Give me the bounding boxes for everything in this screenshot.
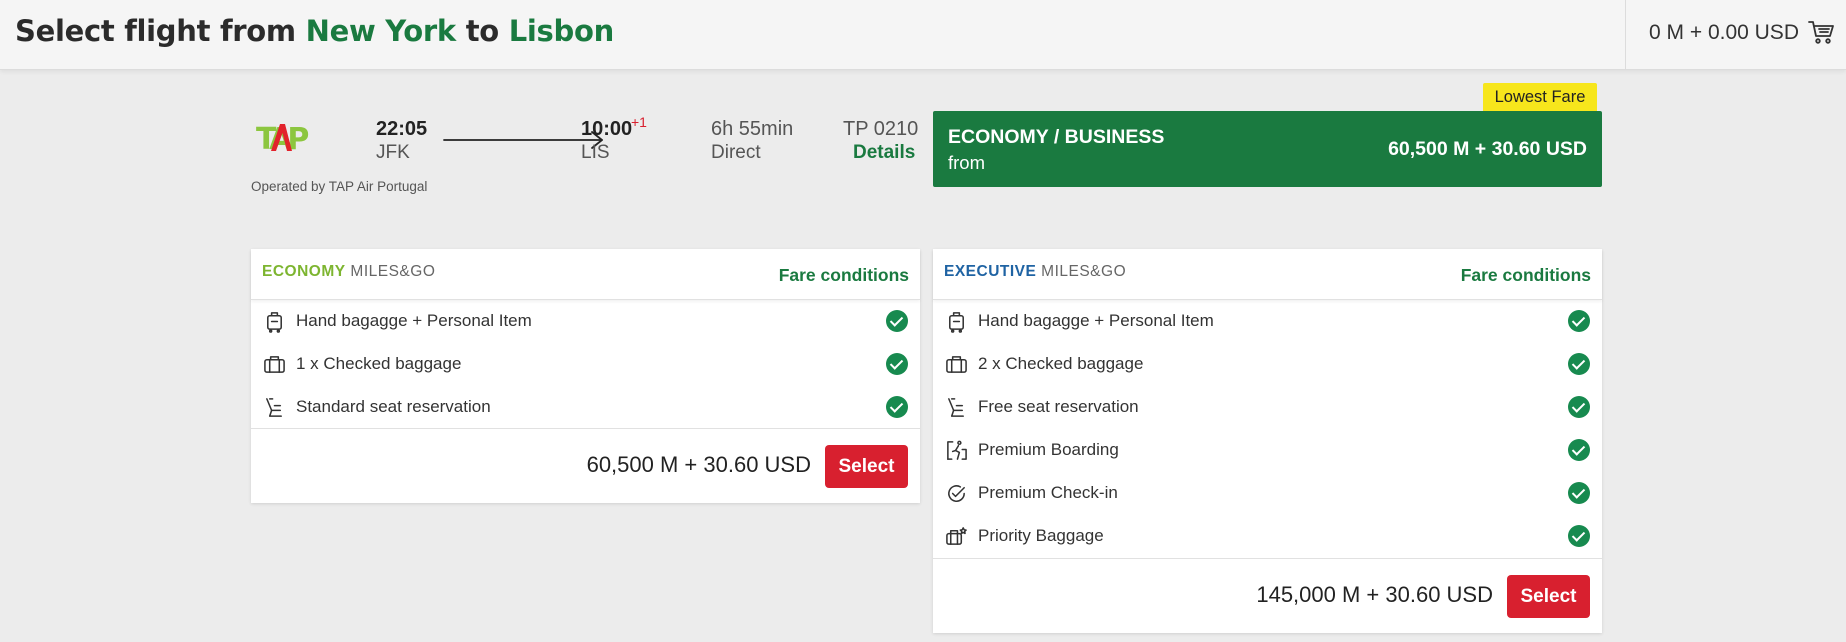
feature-label: 1 x Checked baggage: [296, 354, 462, 373]
seat-icon: [266, 398, 282, 417]
check-in-icon: [948, 485, 965, 502]
fare-price: 60,500 M + 30.60 USD: [586, 452, 811, 477]
title-prefix: Select flight from: [15, 14, 296, 48]
select-executive-button[interactable]: Select: [1507, 575, 1590, 618]
fare-brand: EXECUTIVE MILES&GO: [944, 263, 1126, 281]
fare-card-header: EXECUTIVE MILES&GO Fare conditions: [933, 249, 1602, 300]
fare-summary-cabin: ECONOMY / BUSINESS: [948, 126, 1165, 148]
feature-label: Premium Boarding: [978, 440, 1119, 459]
fare-card-header: ECONOMY MILES&GO Fare conditions: [251, 249, 920, 300]
fare-programme: MILES&GO: [1041, 263, 1127, 280]
flight-details-link[interactable]: Details: [853, 142, 915, 164]
feature-item: 2 x Checked baggage: [933, 343, 1602, 386]
feature-item: 1 x Checked baggage: [251, 343, 920, 386]
top-bar: Select flight from New York to Lisbon 0 …: [0, 0, 1846, 70]
fare-price: 145,000 M + 30.60 USD: [1256, 582, 1493, 607]
boarding-icon: [947, 440, 967, 460]
executive-fare-card: EXECUTIVE MILES&GO Fare conditions Hand …: [933, 249, 1602, 633]
arrival-time: 10:00: [581, 118, 633, 140]
hand-luggage-icon: [949, 312, 964, 333]
feature-label: Hand bagagge + Personal Item: [978, 311, 1214, 330]
fare-card-footer: 145,000 M + 30.60 USD Select: [933, 558, 1602, 633]
check-icon: [886, 396, 908, 418]
checked-baggage-icon: [946, 356, 967, 373]
operated-by: Operated by TAP Air Portugal: [251, 179, 428, 194]
seat-icon: [948, 398, 964, 417]
check-icon: [886, 310, 908, 332]
feature-label: Hand bagagge + Personal Item: [296, 311, 532, 330]
feature-item: Premium Check-in: [933, 472, 1602, 515]
economy-fare-card: ECONOMY MILES&GO Fare conditions Hand ba…: [251, 249, 920, 503]
feature-item: Free seat reservation: [933, 386, 1602, 429]
priority-baggage-icon: [946, 527, 967, 545]
title-connector: to: [465, 14, 499, 48]
fare-brand: ECONOMY MILES&GO: [262, 263, 435, 281]
flight-number: TP 0210: [843, 118, 919, 140]
feature-item: Premium Boarding: [933, 429, 1602, 472]
check-icon: [1568, 525, 1590, 547]
cart-total: 0 M + 0.00 USD: [1649, 21, 1799, 44]
destination-city: Lisbon: [508, 14, 615, 48]
feature-item: Priority Baggage: [933, 515, 1602, 558]
feature-label: Priority Baggage: [978, 526, 1104, 545]
departure-airport: JFK: [376, 142, 410, 163]
fare-conditions-link[interactable]: Fare conditions: [1461, 265, 1591, 286]
checked-baggage-icon: [264, 356, 285, 373]
select-economy-button[interactable]: Select: [825, 445, 908, 488]
arrival-day-offset: +1: [631, 114, 647, 130]
check-icon: [1568, 439, 1590, 461]
feature-item: Hand bagagge + Personal Item: [251, 300, 920, 343]
fare-summary-button[interactable]: ECONOMY / BUSINESS from 60,500 M + 30.60…: [933, 111, 1602, 187]
lowest-fare-badge: Lowest Fare: [1483, 83, 1597, 111]
cart-summary[interactable]: 0 M + 0.00 USD: [1625, 0, 1846, 70]
origin-city: New York: [305, 14, 457, 48]
feature-list: Hand bagagge + Personal Item 1 x Checked…: [251, 300, 920, 429]
feature-label: 2 x Checked baggage: [978, 354, 1144, 373]
feature-label: Premium Check-in: [978, 483, 1118, 502]
departure-time: 22:05: [376, 118, 428, 140]
fare-programme: MILES&GO: [350, 263, 436, 280]
check-icon: [1568, 482, 1590, 504]
fare-summary-price: 60,500 M + 30.60 USD: [1388, 138, 1587, 160]
arrival-airport: LIS: [581, 142, 610, 163]
feature-label: Standard seat reservation: [296, 397, 491, 416]
flight-stops: Direct: [711, 142, 761, 163]
feature-item: Standard seat reservation: [251, 386, 920, 429]
feature-list: Hand bagagge + Personal Item 2 x Checked…: [933, 300, 1602, 558]
shopping-cart-icon[interactable]: [1807, 18, 1835, 46]
fare-tier: ECONOMY: [262, 263, 346, 280]
fare-conditions-link[interactable]: Fare conditions: [779, 265, 909, 286]
fare-summary-from: from: [948, 152, 985, 173]
check-icon: [886, 353, 908, 375]
flight-duration: 6h 55min: [711, 118, 794, 140]
page-title: Select flight from New York to Lisbon: [15, 14, 614, 48]
fare-card-footer: 60,500 M + 30.60 USD Select: [251, 428, 920, 503]
tap-logo: TAP: [256, 122, 313, 154]
feature-item: Hand bagagge + Personal Item: [933, 300, 1602, 343]
feature-label: Free seat reservation: [978, 397, 1139, 416]
check-icon: [1568, 396, 1590, 418]
check-icon: [1568, 310, 1590, 332]
fare-tier: EXECUTIVE: [944, 263, 1037, 280]
hand-luggage-icon: [267, 312, 282, 333]
check-icon: [1568, 353, 1590, 375]
